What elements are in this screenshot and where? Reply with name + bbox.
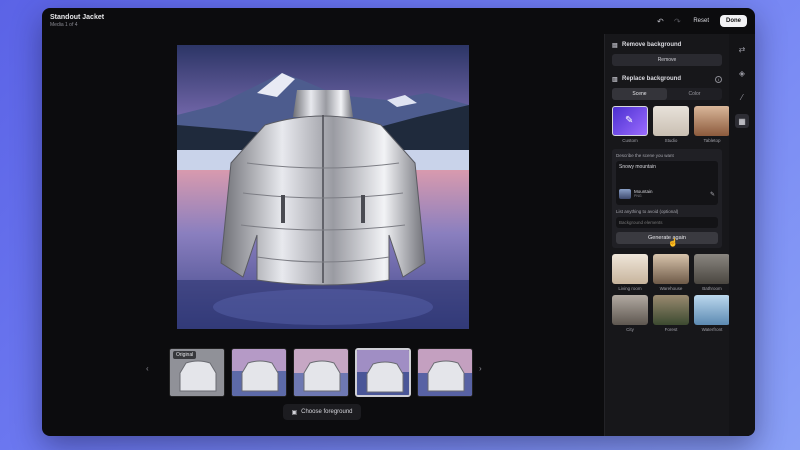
scene-label: City	[626, 327, 634, 332]
scene-tile-tabletop[interactable]: Tabletop	[694, 106, 730, 143]
avoid-input[interactable]	[616, 217, 718, 228]
scene-tile-living-room[interactable]: Living room	[612, 254, 648, 291]
reference-thumb	[619, 189, 631, 199]
custom-scene-form: Describe the scene you want Snowy mounta…	[612, 149, 722, 248]
adjust-tool-icon[interactable]: ◈	[735, 66, 749, 80]
describe-label: Describe the scene you want	[616, 153, 674, 158]
custom-scene-thumb: ✎	[612, 106, 648, 136]
scene-label: Custom	[622, 138, 638, 143]
layers-icon: ▣	[291, 409, 298, 416]
living-room-thumb	[612, 254, 648, 284]
thumbnail-original[interactable]: Original	[169, 348, 225, 397]
scene-tile-custom[interactable]: ✎ Custom	[612, 106, 648, 143]
studio-scene-thumb	[653, 106, 689, 136]
thumbnail-variation[interactable]	[417, 348, 473, 397]
waterfront-thumb	[694, 295, 730, 325]
undo-icon[interactable]: ↶	[655, 17, 665, 26]
bathroom-thumb	[694, 254, 730, 284]
reference-text: Mountain PNG	[634, 189, 653, 198]
generate-again-label: Generate again	[648, 235, 686, 241]
avoid-label: List anything to avoid (optional)	[616, 209, 679, 214]
crop-tool-icon[interactable]: ⇄	[735, 42, 749, 56]
tab-scene[interactable]: Scene	[612, 88, 667, 100]
canvas-area: ‹ Original › ▣ Choose foreground	[42, 34, 604, 436]
thumbnail-variation[interactable]	[231, 348, 287, 397]
brush-icon: ✎	[625, 115, 634, 126]
hand-cursor-icon: ☝	[668, 238, 678, 247]
forest-thumb	[653, 295, 689, 325]
remove-bg-icon: ▤	[612, 42, 618, 49]
next-arrow-icon[interactable]: ›	[479, 364, 482, 373]
scene-tile-warehouse[interactable]: Warehouse	[653, 254, 689, 291]
choose-foreground-label: Choose foreground	[301, 409, 353, 415]
reference-image-chip[interactable]: Mountain PNG ✎	[619, 187, 715, 201]
background-tool-icon[interactable]: ▦	[735, 114, 749, 128]
remove-background-title: Remove background	[622, 42, 682, 48]
thumbnail-variation-selected[interactable]	[355, 348, 411, 397]
window-subtitle: Media 1 of 4	[50, 21, 78, 28]
describe-value: Snowy mountain	[619, 164, 656, 170]
scene-label: Forest	[664, 327, 678, 332]
title-block: Standout Jacket Media 1 of 4	[50, 14, 104, 28]
scene-tile-waterfront[interactable]: Waterfront	[694, 295, 730, 332]
scene-presets-grid: Living room Warehouse Bathroom City Fore…	[612, 254, 730, 332]
editor-window: Standout Jacket Media 1 of 4 ↶ ↷ Reset D…	[42, 8, 755, 436]
scene-tile-studio[interactable]: Studio	[653, 106, 689, 143]
scene-label: Studio	[664, 138, 678, 143]
scene-tile-forest[interactable]: Forest	[653, 295, 689, 332]
replace-background-title: Replace background	[622, 76, 682, 82]
thumbnail-variation[interactable]	[293, 348, 349, 397]
edit-panel: ▤ Remove background Remove ▥ Replace bac…	[604, 34, 730, 436]
generate-again-button[interactable]: Generate again ☝	[616, 232, 718, 247]
brush-tool-icon[interactable]: ⁄	[735, 90, 749, 104]
tabletop-scene-thumb	[694, 106, 730, 136]
replace-bg-icon: ▥	[612, 76, 618, 83]
replace-background-header: ▥ Replace background i	[612, 74, 722, 84]
redo-icon[interactable]: ↷	[672, 17, 682, 26]
scene-tile-city[interactable]: City	[612, 295, 648, 332]
city-thumb	[612, 295, 648, 325]
scene-label: Waterfront	[701, 327, 723, 332]
title-bar: Standout Jacket Media 1 of 4 ↶ ↷ Reset D…	[42, 8, 755, 34]
describe-scene-input[interactable]: Snowy mountain Mountain PNG ✎	[616, 161, 718, 205]
remove-background-header: ▤ Remove background	[612, 40, 722, 50]
scene-label: Bathroom	[702, 286, 722, 291]
remove-button[interactable]: Remove	[612, 54, 722, 66]
variation-thumbnails: ‹ Original ›	[146, 344, 492, 400]
scene-presets-top: ✎ Custom Studio Tabletop	[612, 106, 730, 143]
main-preview-image[interactable]	[177, 45, 469, 329]
toolbar-actions: ↶ ↷ Reset Done	[655, 15, 747, 27]
info-icon[interactable]: i	[715, 75, 722, 83]
tab-color[interactable]: Color	[667, 88, 722, 100]
edit-pen-icon[interactable]: ✎	[710, 191, 715, 198]
scene-label: Living room	[618, 286, 642, 291]
reference-sub: PNG	[634, 193, 642, 198]
scene-color-tabs: Scene Color	[612, 88, 722, 100]
reset-button[interactable]: Reset	[689, 16, 713, 26]
scene-label: Warehouse	[659, 286, 683, 291]
original-tag: Original	[173, 351, 197, 359]
window-title: Standout Jacket	[50, 13, 105, 21]
warehouse-thumb	[653, 254, 689, 284]
scene-tile-bathroom[interactable]: Bathroom	[694, 254, 730, 291]
prev-arrow-icon[interactable]: ‹	[146, 364, 149, 373]
choose-foreground-button[interactable]: ▣ Choose foreground	[283, 404, 361, 420]
tool-rail: ⇄ ◈ ⁄ ▦	[729, 34, 755, 436]
done-button[interactable]: Done	[720, 15, 747, 27]
scene-label: Tabletop	[703, 138, 721, 143]
